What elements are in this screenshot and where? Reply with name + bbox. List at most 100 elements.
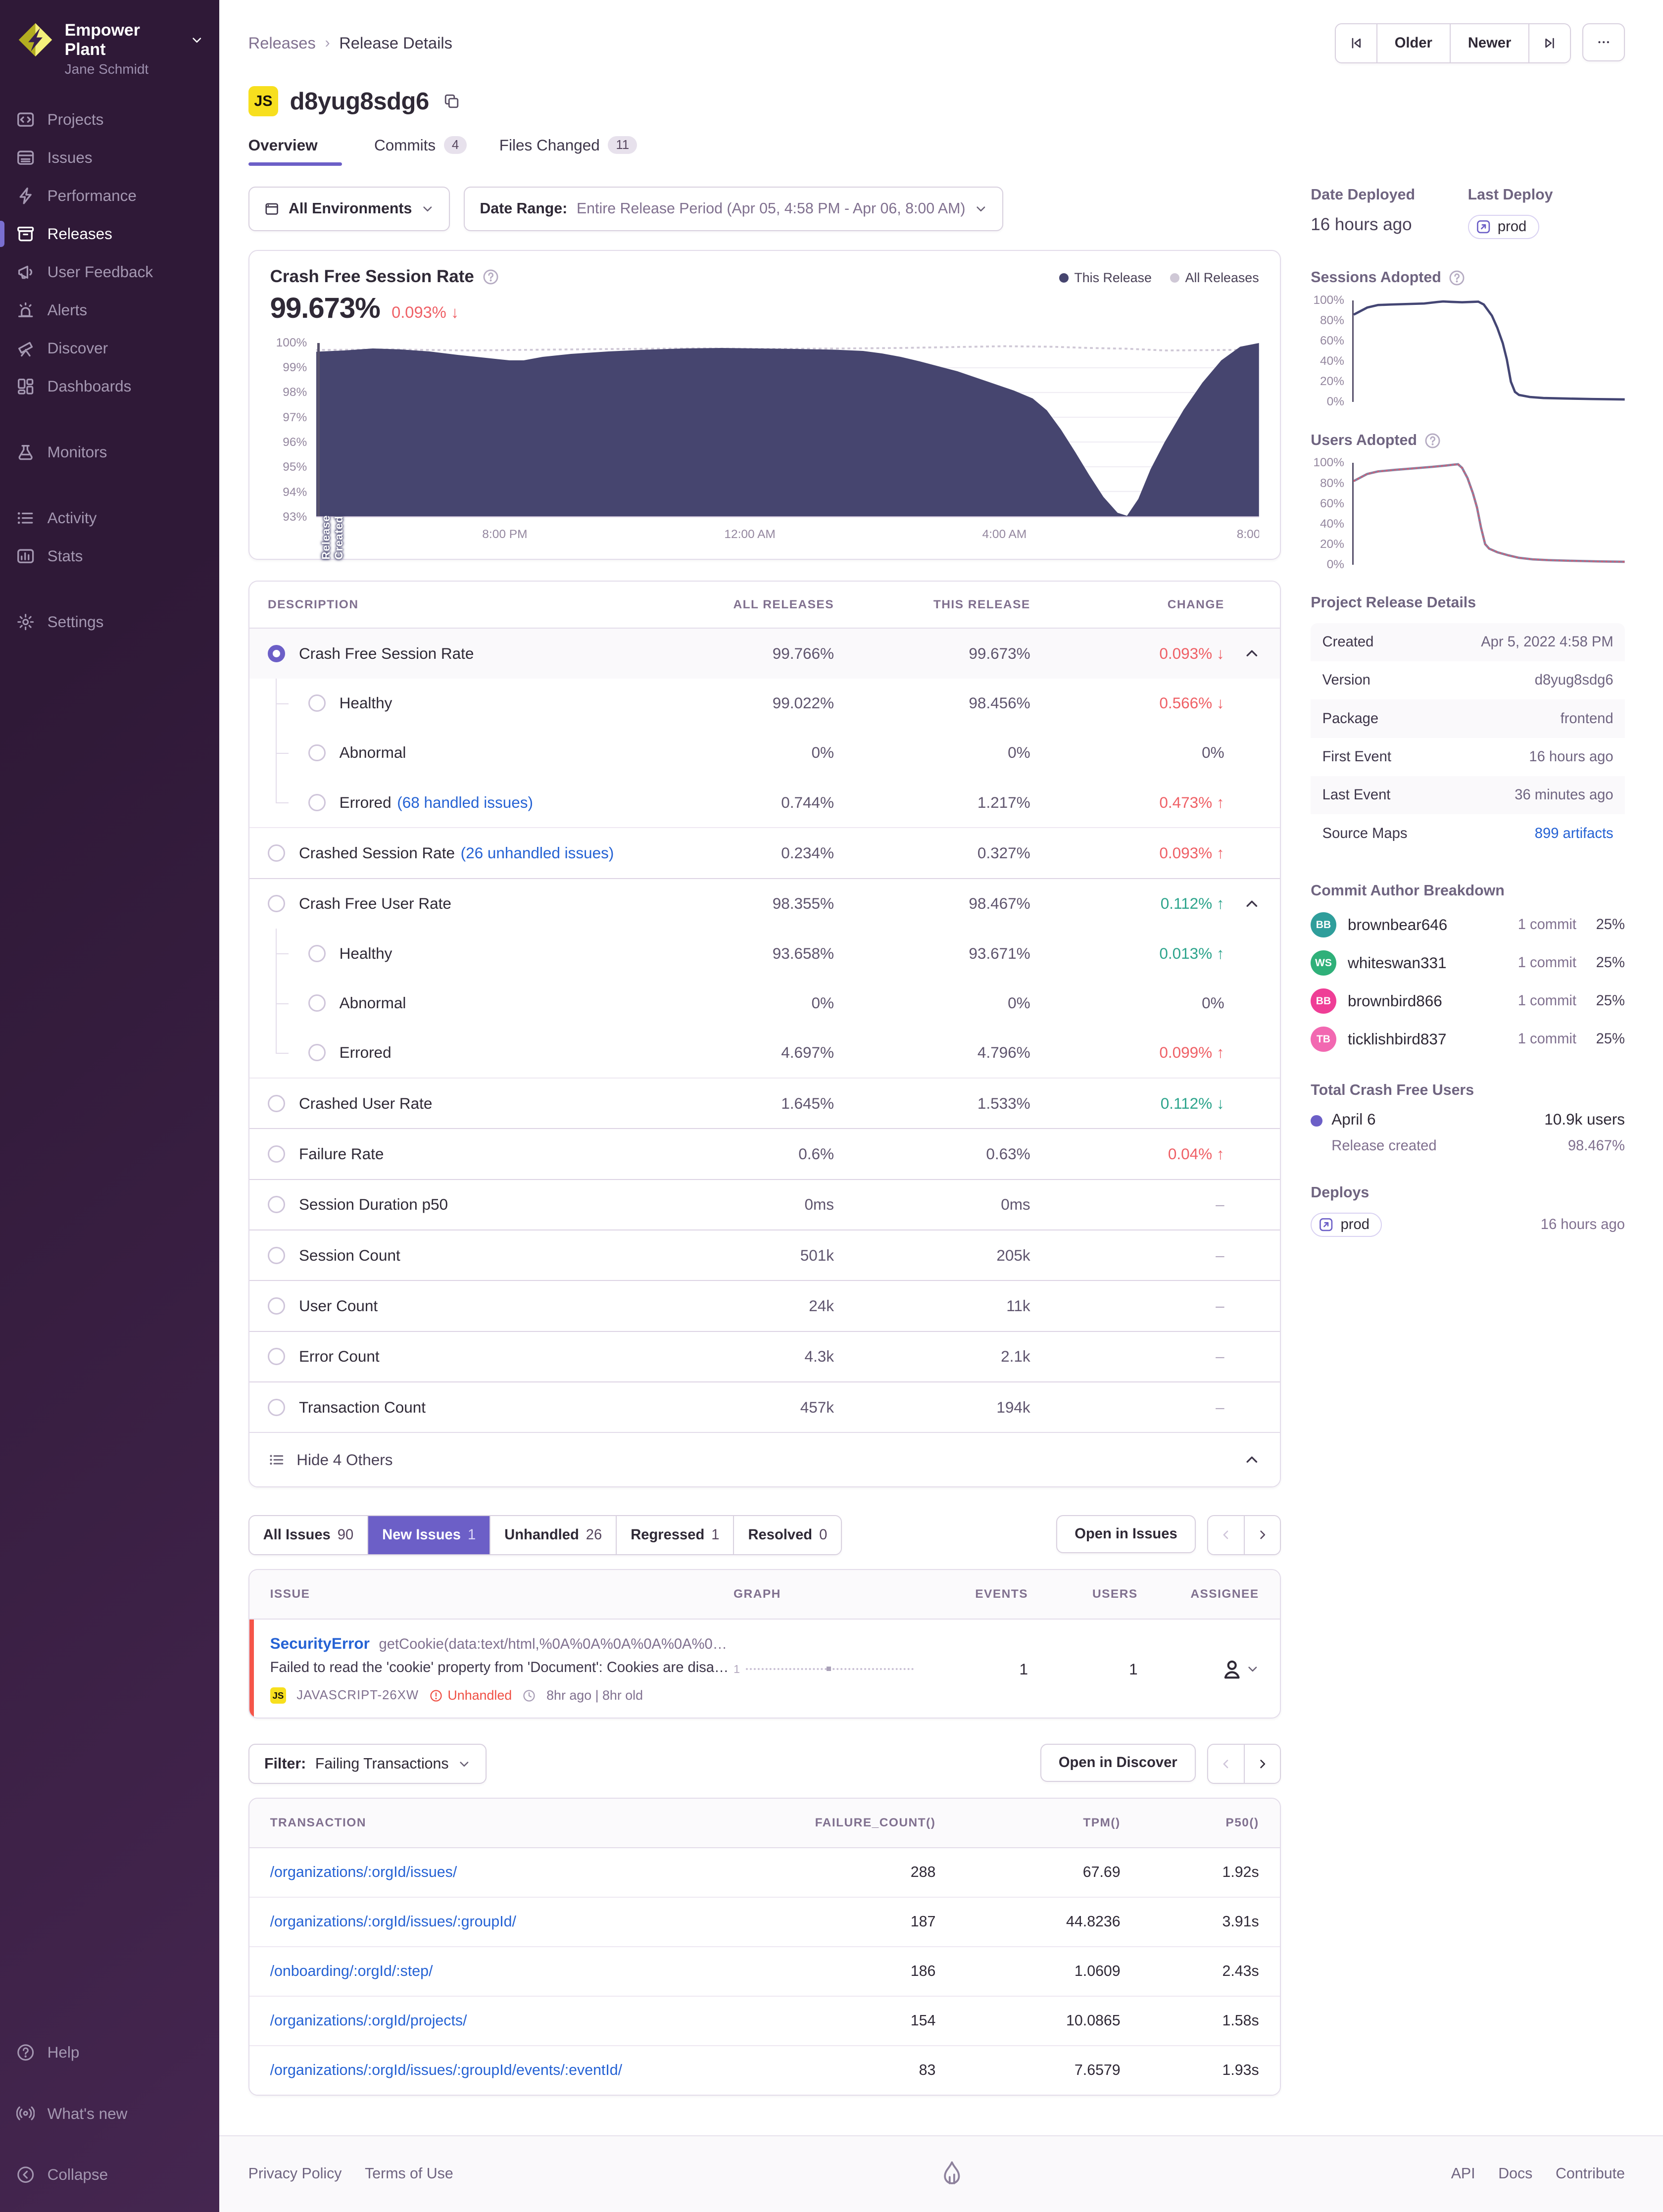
org-name: Empower Plant [65,21,203,59]
commit-author-row: BB brownbird866 1 commit 25% [1311,988,1625,1014]
transactions-next-button[interactable] [1244,1745,1279,1783]
question-icon[interactable] [1424,432,1441,449]
issues-filter-tab[interactable]: New Issues 1 [367,1516,489,1554]
transaction-link[interactable]: /organizations/:orgId/issues/ [270,1864,457,1880]
metric-this-release: 0.63% [834,1145,1030,1163]
more-actions-button[interactable] [1582,23,1625,61]
transactions-filter[interactable]: Filter: Failing Transactions [248,1744,487,1784]
metric-radio[interactable] [308,1044,326,1061]
privacy-policy-link[interactable]: Privacy Policy [248,2165,342,2182]
deploy-env-badge[interactable]: prod [1311,1213,1382,1237]
metric-row: Crashed User Rate 1.645% 1.533% 0.112% ↓ [249,1078,1280,1128]
sidebar-item-icon [16,187,35,205]
sidebar-item[interactable]: Settings [16,603,203,641]
issues-filter-tab[interactable]: Regressed 1 [616,1516,733,1554]
sidebar-item[interactable]: Issues [16,139,203,177]
y-tick-label: 20% [1320,538,1344,551]
detail-row: Package frontend [1311,699,1625,737]
transaction-row: /organizations/:orgId/issues/:groupId/ev… [249,2045,1280,2095]
date-range-filter[interactable]: Date Range: Entire Release Period (Apr 0… [464,187,1003,231]
issues-prev-button[interactable] [1208,1516,1244,1554]
metric-issues-link[interactable]: (26 unhandled issues) [461,844,614,862]
release-tab[interactable]: Overview [248,136,342,166]
metric-radio[interactable] [308,744,326,762]
col-change: CHANGE [1030,598,1224,612]
question-icon[interactable] [482,268,499,286]
metric-radio[interactable] [268,1247,285,1264]
release-tab[interactable]: Commits 4 [374,136,467,166]
older-release-button[interactable]: Older [1376,24,1450,62]
collapse-chevron-icon[interactable] [1244,896,1260,912]
sidebar-item[interactable]: Discover [16,329,203,367]
assignee-selector[interactable] [1138,1634,1280,1704]
issue-title-link[interactable]: SecurityError [270,1634,370,1653]
issues-filter-tab[interactable]: All Issues 90 [249,1516,368,1554]
release-tab[interactable]: Files Changed 11 [499,136,637,166]
sidebar-bottom-item[interactable]: Help [16,2033,203,2071]
sidebar-bottom-item[interactable]: What's new [16,2095,203,2133]
api-link[interactable]: API [1451,2165,1475,2182]
transaction-link[interactable]: /onboarding/:orgId/:step/ [270,1963,433,1979]
cfu-date: April 6 [1331,1110,1436,1129]
transactions-prev-button[interactable] [1208,1745,1244,1783]
metric-radio[interactable] [308,945,326,962]
metric-radio[interactable] [268,895,285,912]
transaction-link[interactable]: /organizations/:orgId/issues/:groupId/ [270,1914,516,1930]
sidebar-item[interactable]: Releases [16,215,203,253]
metric-radio[interactable] [268,1196,285,1213]
legend-item[interactable]: All Releases [1170,270,1259,286]
sidebar-item[interactable]: Stats [16,537,203,575]
newer-release-button[interactable]: Newer [1450,24,1528,62]
avatar: TB [1311,1027,1336,1052]
metric-radio[interactable] [268,844,285,862]
issue-events-count: 1 [930,1634,1028,1704]
contribute-link[interactable]: Contribute [1556,2165,1625,2182]
transaction-link[interactable]: /organizations/:orgId/projects/ [270,2013,467,2029]
sidebar-item[interactable]: Monitors [16,433,203,471]
metric-label: Errored [340,793,391,812]
terms-link[interactable]: Terms of Use [365,2165,453,2182]
x-tick-label: 12:00 AM [724,528,775,541]
breadcrumb-releases[interactable]: Releases [248,34,316,52]
sidebar-item[interactable]: Activity [16,499,203,537]
metric-issues-link[interactable]: (68 handled issues) [397,793,533,812]
sidebar-item[interactable]: Dashboards [16,367,203,405]
legend-item[interactable]: This Release [1059,270,1152,286]
copy-icon[interactable] [443,93,460,110]
metric-radio[interactable] [268,1399,285,1416]
issues-filter-tab[interactable]: Resolved 0 [733,1516,841,1554]
collapse-chevron-icon[interactable] [1244,645,1260,662]
metric-radio[interactable] [308,994,326,1012]
open-in-issues-button[interactable]: Open in Issues [1056,1515,1195,1553]
docs-link[interactable]: Docs [1498,2165,1532,2182]
sidebar-item[interactable]: User Feedback [16,253,203,291]
metric-radio[interactable] [308,794,326,811]
metric-radio[interactable] [268,1348,285,1365]
sidebar-item[interactable]: Alerts [16,291,203,329]
metric-radio[interactable] [268,1297,285,1315]
hide-others-button[interactable]: Hide 4 Others [249,1432,1280,1486]
environment-filter[interactable]: All Environments [248,187,450,231]
open-in-discover-button[interactable]: Open in Discover [1040,1744,1196,1782]
newest-release-button[interactable] [1528,24,1570,62]
sidebar-item[interactable]: Projects [16,100,203,139]
metric-radio[interactable] [308,694,326,712]
environment-filter-label: All Environments [289,200,412,217]
org-switcher[interactable]: Empower Plant Jane Schmidt [0,18,219,100]
issues-filter-tab[interactable]: Unhandled 26 [489,1516,616,1554]
transaction-tpm: 7.6579 [935,2062,1120,2079]
oldest-release-button[interactable] [1336,24,1376,62]
release-dot-icon [1311,1115,1322,1127]
metric-radio[interactable] [268,1095,285,1112]
metric-radio[interactable] [268,1145,285,1163]
last-deploy-badge[interactable]: prod [1468,215,1539,239]
metric-radio[interactable] [268,645,285,662]
sidebar-bottom-item[interactable]: Collapse [16,2156,203,2194]
metric-this-release: 98.467% [834,894,1030,913]
question-icon[interactable] [1448,269,1466,287]
col-graph: GRAPH [734,1587,930,1601]
transaction-link[interactable]: /organizations/:orgId/issues/:groupId/ev… [270,2062,622,2078]
sidebar-item[interactable]: Performance [16,177,203,215]
issue-culprit: getCookie(data:text/html,%0A%0A%0A%0A%0A… [379,1636,727,1653]
issues-next-button[interactable] [1244,1516,1279,1554]
